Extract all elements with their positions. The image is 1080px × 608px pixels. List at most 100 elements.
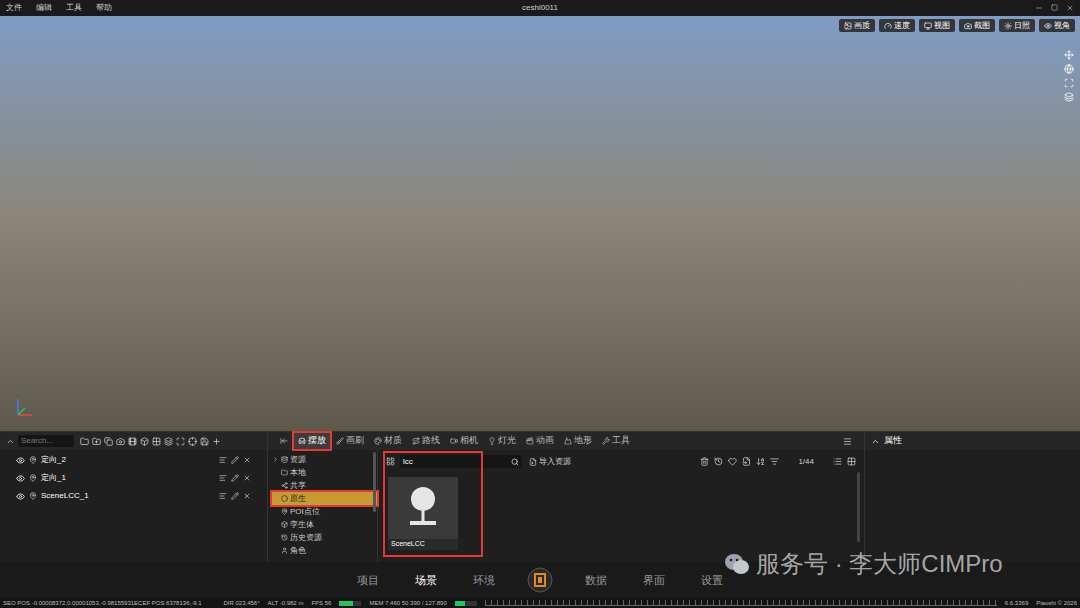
align-icon[interactable] [219, 456, 227, 464]
copy-icon[interactable] [104, 437, 113, 446]
align-icon[interactable] [219, 474, 227, 482]
delete-icon[interactable] [243, 474, 251, 482]
native-icon [281, 495, 288, 502]
viewport-button[interactable]: 截图 [959, 19, 995, 32]
direction: DIR 023.456° [223, 598, 259, 608]
outliner-row[interactable]: 定向_1 [0, 469, 267, 487]
asset-search[interactable]: lcc [400, 455, 522, 468]
menu-item[interactable]: 编辑 [36, 2, 52, 14]
tree-item[interactable]: 历史资源 [272, 531, 377, 544]
nav-item[interactable]: 界面 [639, 572, 669, 589]
viewport-button[interactable]: 速度 [879, 19, 915, 32]
local-icon [281, 469, 288, 476]
tree-item[interactable]: 共享 [272, 479, 377, 492]
bottom-panel: Search... 定向_2定向_1SceneLCC_1 摆放画刷材质路线相机灯光动… [0, 431, 1080, 562]
viewport[interactable]: 画质速度视图截图日照视角 [0, 16, 1080, 431]
viewport-button[interactable]: 画质 [839, 19, 875, 32]
viewport-button[interactable]: 视角 [1039, 19, 1075, 32]
library-tab[interactable]: 工具 [598, 433, 634, 449]
tree-item[interactable]: 本地 [272, 466, 377, 479]
target-icon[interactable] [188, 437, 197, 446]
library-tab[interactable]: 相机 [446, 433, 482, 449]
edit-icon[interactable] [231, 492, 239, 500]
save-icon[interactable] [200, 437, 209, 446]
library-tab[interactable]: 摆放 [294, 433, 330, 449]
nav-item[interactable]: 环境 [469, 572, 499, 589]
trash-icon[interactable] [700, 457, 709, 466]
visibility-icon[interactable] [16, 456, 25, 465]
camera-icon [450, 437, 458, 445]
maximize-icon[interactable] [1051, 4, 1058, 11]
list-view-icon[interactable] [833, 457, 842, 466]
edit-icon[interactable] [231, 456, 239, 464]
outliner-row[interactable]: 定向_2 [0, 451, 267, 469]
page-counter: 1/44 [784, 456, 828, 468]
app-logo-icon[interactable] [527, 567, 553, 593]
library-tab[interactable]: 动画 [522, 433, 558, 449]
outliner-row[interactable]: SceneLCC_1 [0, 487, 267, 505]
box-icon[interactable] [140, 437, 149, 446]
nav-item[interactable]: 项目 [353, 572, 383, 589]
viewport-button[interactable]: 日照 [999, 19, 1035, 32]
library-tab[interactable]: 路线 [408, 433, 444, 449]
library-tab[interactable]: 画刷 [332, 433, 368, 449]
orbit-icon[interactable] [1064, 64, 1074, 74]
menu-item[interactable]: 帮助 [96, 2, 112, 14]
tree-scrollbar[interactable] [373, 452, 376, 512]
history-icon[interactable] [714, 457, 723, 466]
zoom-icon[interactable] [1064, 78, 1074, 88]
import-file-icon[interactable] [742, 457, 751, 466]
tree-item[interactable]: POI点位 [272, 505, 377, 518]
delete-icon[interactable] [243, 492, 251, 500]
visibility-icon[interactable] [16, 492, 25, 501]
tree-item[interactable]: 孪生体 [272, 518, 377, 531]
library-tab[interactable]: 材质 [370, 433, 406, 449]
category-icon[interactable] [386, 457, 395, 466]
minimize-icon[interactable] [1035, 4, 1043, 12]
menu-item[interactable]: 文件 [6, 2, 22, 14]
maximize-icon[interactable] [176, 437, 185, 446]
close-icon[interactable] [1066, 4, 1074, 12]
sort-az-icon[interactable] [756, 457, 765, 466]
tree-item[interactable]: 资源 [272, 453, 377, 466]
asset-scrollbar[interactable] [857, 472, 860, 542]
collapse-icon[interactable] [6, 437, 15, 446]
asset-name: SceneLCC [388, 539, 458, 550]
dock-icon[interactable] [280, 437, 288, 445]
grid-view-icon[interactable] [847, 457, 856, 466]
import-button[interactable]: 导入资源 [527, 456, 573, 468]
menu-item[interactable]: 工具 [66, 2, 82, 14]
folder-add-icon[interactable] [92, 437, 101, 446]
timeline-ruler[interactable] [485, 600, 997, 606]
tree-item[interactable]: 原生 [272, 492, 377, 505]
camera-icon[interactable] [116, 437, 125, 446]
outliner-list: 定向_2定向_1SceneLCC_1 [0, 450, 267, 505]
layers-icon[interactable] [1064, 92, 1074, 102]
filter-icon[interactable] [770, 457, 779, 466]
film-icon[interactable] [128, 437, 137, 446]
delete-icon[interactable] [243, 456, 251, 464]
asset-card[interactable]: SceneLCC [388, 477, 458, 550]
nav-item[interactable]: 数据 [581, 572, 611, 589]
grid-icon[interactable] [152, 437, 161, 446]
library-tab[interactable]: 地形 [560, 433, 596, 449]
pan-icon[interactable] [1064, 50, 1074, 60]
library-tab[interactable]: 灯光 [484, 433, 520, 449]
expand-icon[interactable] [272, 456, 279, 463]
nav-item[interactable]: 场景 [411, 572, 441, 589]
favorite-icon[interactable] [728, 457, 737, 466]
route-icon [412, 437, 420, 445]
visibility-icon[interactable] [16, 474, 25, 483]
menu-icon[interactable] [843, 437, 852, 446]
add-icon[interactable] [212, 437, 221, 446]
collapse-icon[interactable] [871, 437, 880, 446]
edit-icon[interactable] [231, 474, 239, 482]
viewport-button[interactable]: 视图 [919, 19, 955, 32]
folder-icon[interactable] [80, 437, 89, 446]
outliner-search[interactable]: Search... [18, 435, 74, 447]
tree-item[interactable]: 角色 [272, 544, 377, 557]
nav-item[interactable]: 设置 [697, 572, 727, 589]
search-icon[interactable] [511, 458, 519, 466]
align-icon[interactable] [219, 492, 227, 500]
layers-icon[interactable] [164, 437, 173, 446]
